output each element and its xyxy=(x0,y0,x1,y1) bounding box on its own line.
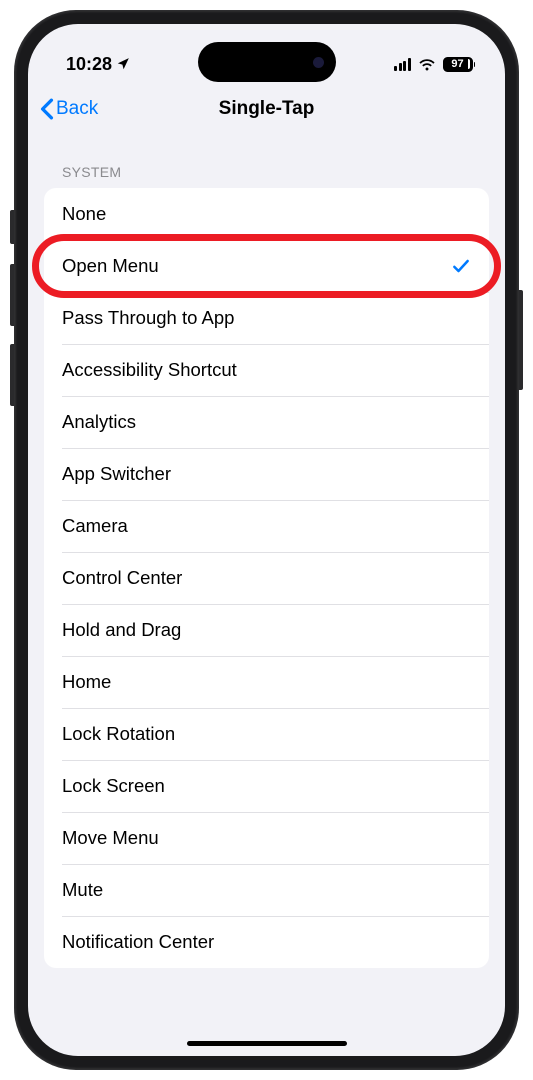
list-item[interactable]: Move Menu xyxy=(44,812,489,864)
list-item[interactable]: App Switcher xyxy=(44,448,489,500)
list-item-label: Pass Through to App xyxy=(62,307,234,329)
status-time: 10:28 xyxy=(66,54,112,75)
list-item-label: Lock Rotation xyxy=(62,723,175,745)
list-item-label: Move Menu xyxy=(62,827,159,849)
list-item[interactable]: Notification Center xyxy=(44,916,489,968)
list-item[interactable]: Lock Screen xyxy=(44,760,489,812)
home-indicator[interactable] xyxy=(187,1041,347,1046)
chevron-left-icon xyxy=(40,98,54,120)
list-item-label: Open Menu xyxy=(62,255,159,277)
list-item-label: None xyxy=(62,203,106,225)
list-item[interactable]: Home xyxy=(44,656,489,708)
list-item-label: Accessibility Shortcut xyxy=(62,359,237,381)
side-buttons-left xyxy=(10,210,14,424)
phone-frame: 10:28 97 xyxy=(14,10,519,1070)
list-item[interactable]: Open Menu xyxy=(44,240,489,292)
list-item-label: Hold and Drag xyxy=(62,619,181,641)
signal-icon xyxy=(394,58,411,71)
location-arrow-icon xyxy=(116,57,130,71)
section-header: SYSTEM xyxy=(44,136,489,188)
side-button-right xyxy=(519,290,523,390)
list-item[interactable]: Hold and Drag xyxy=(44,604,489,656)
list-item[interactable]: Mute xyxy=(44,864,489,916)
battery-level: 97 xyxy=(445,58,470,70)
status-right: 97 xyxy=(394,57,475,72)
back-button[interactable]: Back xyxy=(40,98,98,120)
list-item-label: Notification Center xyxy=(62,931,214,953)
page-title: Single-Tap xyxy=(219,98,315,120)
wifi-icon xyxy=(418,58,436,71)
status-left: 10:28 xyxy=(66,54,130,75)
list-item-label: App Switcher xyxy=(62,463,171,485)
list-item[interactable]: Pass Through to App xyxy=(44,292,489,344)
screen: 10:28 97 xyxy=(28,24,505,1056)
list-item-label: Mute xyxy=(62,879,103,901)
list-item[interactable]: None xyxy=(44,188,489,240)
list-item[interactable]: Lock Rotation xyxy=(44,708,489,760)
list-item-label: Camera xyxy=(62,515,128,537)
list-item-label: Control Center xyxy=(62,567,182,589)
list-item[interactable]: Camera xyxy=(44,500,489,552)
battery-icon: 97 xyxy=(443,57,476,72)
back-label: Back xyxy=(56,98,98,120)
dynamic-island xyxy=(198,42,336,82)
nav-bar: Back Single-Tap xyxy=(28,84,505,136)
list-item-label: Analytics xyxy=(62,411,136,433)
list-item[interactable]: Control Center xyxy=(44,552,489,604)
list-item-label: Lock Screen xyxy=(62,775,165,797)
list-item[interactable]: Analytics xyxy=(44,396,489,448)
options-list: None Open Menu Pass Through to App Accessib… xyxy=(44,188,489,968)
content: SYSTEM None Open Menu Pass Through to App A… xyxy=(28,136,505,968)
list-item-label: Home xyxy=(62,671,111,693)
list-item[interactable]: Accessibility Shortcut xyxy=(44,344,489,396)
checkmark-icon xyxy=(451,256,471,276)
